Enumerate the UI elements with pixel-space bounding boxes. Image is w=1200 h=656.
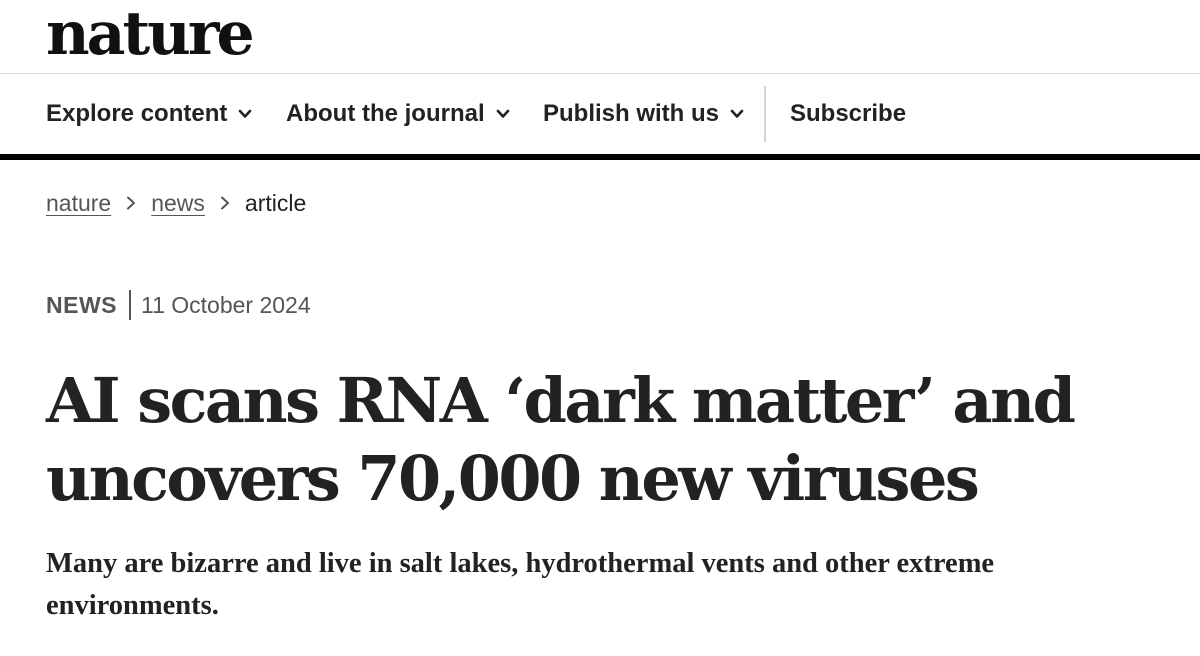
article-meta: NEWS 11 October 2024 bbox=[46, 288, 311, 322]
article-title: AI scans RNA ‘dark matter’ and uncovers … bbox=[46, 362, 1166, 518]
subscribe-label: Subscribe bbox=[790, 100, 907, 127]
article-standfirst: Many are bizarre and live in salt lakes,… bbox=[46, 548, 995, 621]
breadcrumb: nature news article bbox=[46, 186, 306, 220]
page: nature Explore content About the journal… bbox=[0, 0, 1200, 656]
site-header: nature bbox=[0, 0, 1200, 74]
meta-divider bbox=[129, 290, 131, 320]
nav-publish-with-us[interactable]: Publish with us bbox=[543, 74, 745, 154]
header-rule bbox=[0, 154, 1200, 160]
breadcrumb-item-nature[interactable]: nature bbox=[46, 190, 111, 217]
nav-about-the-journal[interactable]: About the journal bbox=[286, 74, 511, 154]
nav-label: About the journal bbox=[286, 100, 485, 127]
article-title-line-2: uncovers 70,000 new viruses bbox=[46, 442, 980, 515]
chevron-right-icon bbox=[127, 196, 136, 210]
article-title-line-1: AI scans RNA ‘dark matter’ and bbox=[46, 364, 1076, 437]
article-type: NEWS bbox=[46, 291, 117, 318]
breadcrumb-item-article: article bbox=[244, 189, 307, 216]
chevron-down-icon bbox=[730, 109, 744, 118]
chevron-down-icon bbox=[496, 109, 509, 118]
nav-divider bbox=[764, 86, 766, 142]
breadcrumb-item-news[interactable]: news bbox=[151, 190, 205, 217]
nature-logo[interactable]: nature bbox=[46, 0, 255, 68]
subscribe-link[interactable]: Subscribe bbox=[790, 74, 906, 154]
nav-explore-content[interactable]: Explore content bbox=[46, 74, 253, 154]
publish-date: 11 October 2024 bbox=[141, 291, 311, 318]
chevron-down-icon bbox=[239, 109, 252, 118]
main-navigation: Explore content About the journal Publis… bbox=[0, 74, 1200, 154]
nav-label: Publish with us bbox=[543, 100, 720, 127]
nav-label: Explore content bbox=[46, 100, 228, 127]
chevron-right-icon bbox=[220, 196, 229, 210]
